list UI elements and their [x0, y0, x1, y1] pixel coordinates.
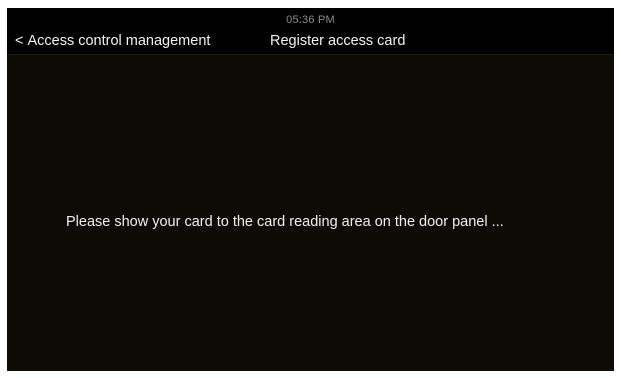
- device-screen: 05:36 PM < Access control management Regi…: [7, 8, 614, 371]
- clock-label: 05:36 PM: [286, 14, 335, 26]
- content-area: Please show your card to the card readin…: [7, 55, 614, 371]
- card-reader-prompt: Please show your card to the card readin…: [66, 214, 504, 230]
- page-title: Register access card: [270, 33, 406, 49]
- chevron-left-icon: <: [15, 33, 24, 49]
- header-bar: 05:36 PM < Access control management Regi…: [7, 8, 614, 55]
- back-button-label: Access control management: [27, 33, 211, 49]
- back-button[interactable]: < Access control management: [15, 33, 210, 49]
